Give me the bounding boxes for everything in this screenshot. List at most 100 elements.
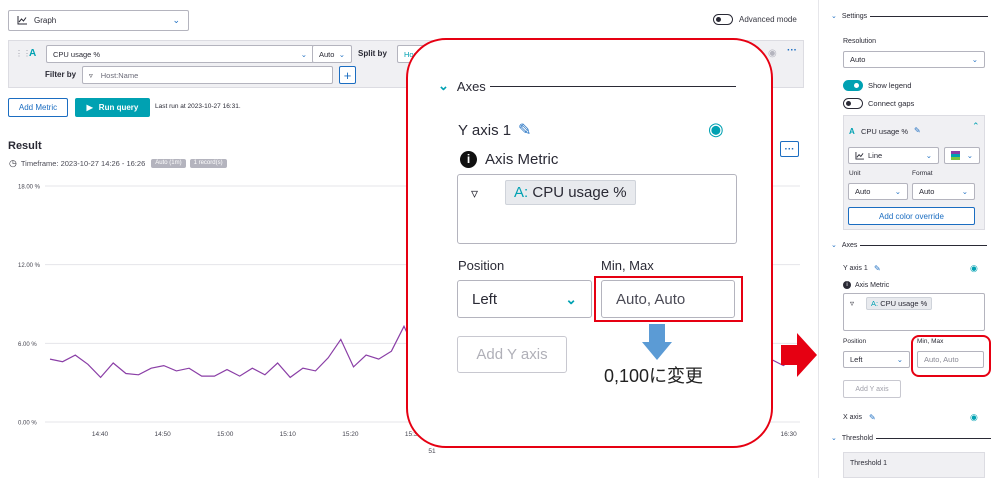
x-axis-title: X axis	[843, 414, 863, 421]
chevron-down-icon: ⌄	[172, 15, 180, 25]
chevron-down-icon: ⌄	[961, 187, 968, 196]
x-tick-label: 15:10	[280, 431, 297, 438]
axis-metric-label: Axis Metric	[855, 281, 890, 289]
x-tick-label: 16:30	[780, 431, 797, 438]
unit-label: Unit	[849, 170, 861, 177]
axis-metric-tag-name: CPU usage %	[880, 299, 928, 308]
threshold-card[interactable]: Threshold 1	[843, 452, 985, 478]
y-tick-label: 0.00 %	[18, 421, 37, 427]
resolution-select[interactable]: Auto ⌄	[843, 51, 985, 68]
timeframe-row: ◷ Timeframe: 2023-10-27 14:26 - 16:26 Au…	[9, 158, 227, 169]
format-value: Auto	[919, 187, 935, 196]
x-tick-label: 15:20	[342, 431, 359, 438]
chevron-down-icon: ⌄	[925, 151, 932, 160]
y-tick-label: 18.00 %	[18, 185, 41, 191]
zoom-metric-tag: A: CPU usage %	[505, 180, 636, 205]
unit-value: Auto	[855, 187, 871, 196]
pencil-icon[interactable]: ✎	[874, 264, 881, 273]
show-legend-label: Show legend	[868, 81, 912, 90]
axis-metric-box[interactable]: ▿ A: CPU usage %	[843, 293, 985, 331]
aggregation-select[interactable]: Auto ⌄	[312, 45, 352, 63]
result-title: Result	[8, 140, 42, 152]
zoom-minmax-highlight	[594, 276, 743, 322]
chart-type-value: Line	[868, 151, 883, 160]
zoom-position-select: Left ⌄	[457, 280, 592, 318]
run-query-button[interactable]: ▶ Run query	[75, 98, 150, 117]
eye-icon: ◉	[708, 119, 724, 139]
add-filter-button[interactable]: +	[339, 66, 356, 84]
threshold-section-header[interactable]: ⌄ Threshold	[831, 434, 992, 442]
more-options-icon[interactable]: ···	[787, 45, 797, 56]
color-palette-select[interactable]: ⌄	[944, 147, 980, 164]
pencil-icon: ✎	[518, 122, 532, 139]
settings-section-title: Settings	[841, 12, 868, 20]
axis-metric-row: i Axis Metric	[843, 281, 889, 289]
pencil-icon[interactable]: ✎	[914, 126, 921, 135]
zoom-axis-metric-label: Axis Metric	[485, 151, 559, 168]
result-menu-button[interactable]: ···	[780, 141, 799, 157]
chevron-down-icon: ⌄	[338, 49, 345, 59]
metric-name: CPU usage %	[861, 127, 909, 136]
metric-letter: A	[849, 127, 855, 136]
resolution-chip: Auto (1m)	[151, 159, 186, 168]
axes-section-header[interactable]: ⌄ Axes	[831, 241, 988, 249]
records-chip: 1 record(s)	[189, 159, 227, 168]
metric-settings-card: A CPU usage % ✎ ⌃ Line ⌄ ⌄ Unit Format A…	[843, 115, 985, 230]
x-tick-label: 14:40	[92, 431, 109, 438]
unit-select[interactable]: Auto ⌄	[848, 183, 908, 200]
color-palette-icon	[951, 151, 960, 160]
metric-select[interactable]: CPU usage % ⌄	[46, 45, 314, 63]
add-color-override-button[interactable]: Add color override	[848, 207, 975, 225]
zoom-callout: ⌄ Axes Y axis 1 ✎ ◉ i Axis Metric ▿ A: C…	[406, 38, 773, 448]
line-chart-icon	[17, 16, 27, 25]
y-tick-label: 12.00 %	[18, 263, 41, 269]
connect-gaps-toggle[interactable]	[843, 98, 863, 109]
threshold-item-label: Threshold 1	[850, 460, 887, 467]
line-chart-icon	[855, 151, 864, 160]
position-label: Position	[843, 338, 867, 345]
format-label: Format	[912, 170, 933, 177]
position-select[interactable]: Left ⌄	[843, 351, 910, 368]
eye-icon[interactable]: ◉	[768, 48, 777, 59]
x-tick-label: 15:00	[217, 431, 234, 438]
connect-gaps-row[interactable]: Connect gaps	[843, 98, 914, 109]
metric-select-value: CPU usage %	[53, 49, 101, 59]
chevron-up-icon[interactable]: ⌃	[972, 121, 980, 132]
change-note: 0,100に変更	[604, 366, 704, 386]
filter-input[interactable]: ▿ Host:Name	[82, 66, 333, 84]
show-legend-toggle[interactable]	[843, 80, 863, 91]
last-run-text: Last run at 2023-10-27 16:31.	[155, 103, 241, 110]
chevron-down-icon: ⌄	[896, 355, 903, 364]
zoom-axis-metric-row: i Axis Metric	[460, 151, 558, 168]
aggregation-value: Auto	[319, 49, 335, 59]
zoom-metric-tag-name: CPU usage %	[532, 184, 627, 201]
threshold-section-title: Threshold	[841, 434, 874, 442]
info-icon: i	[843, 281, 851, 289]
settings-panel: ⌄ Settings Resolution Auto ⌄ Show legend…	[818, 0, 1000, 478]
x-tick-label: 14:50	[154, 431, 171, 438]
show-legend-row[interactable]: Show legend	[843, 80, 911, 91]
advanced-mode-toggle[interactable]	[713, 14, 733, 25]
view-select-label: Graph	[34, 16, 57, 25]
zoom-position-label: Position	[458, 258, 505, 273]
settings-section-header[interactable]: ⌄ Settings	[831, 12, 989, 20]
format-select[interactable]: Auto ⌄	[912, 183, 975, 200]
pencil-icon[interactable]: ✎	[869, 413, 876, 422]
axis-metric-tag-letter: A:	[871, 299, 879, 308]
chevron-down-icon: ⌄	[831, 13, 837, 20]
advanced-mode-label: Advanced mode	[739, 15, 797, 24]
filter-icon: ▿	[471, 185, 479, 201]
advanced-mode[interactable]: Advanced mode	[713, 14, 797, 25]
connect-gaps-label: Connect gaps	[868, 99, 915, 108]
view-select[interactable]: Graph ⌄	[8, 10, 189, 31]
chevron-down-icon: ⌄	[438, 78, 449, 93]
blue-down-arrow	[642, 324, 672, 360]
zoom-axes-header: ⌄ Axes	[438, 78, 736, 94]
chart-type-select[interactable]: Line ⌄	[848, 147, 939, 164]
add-metric-button[interactable]: Add Metric	[8, 98, 68, 117]
split-by-label: Split by	[358, 49, 387, 58]
axis-metric-tag[interactable]: A: CPU usage %	[866, 297, 933, 310]
eye-icon[interactable]: ◉	[970, 263, 978, 274]
add-y-axis-button[interactable]: Add Y axis	[843, 380, 901, 398]
eye-icon[interactable]: ◉	[970, 412, 978, 423]
